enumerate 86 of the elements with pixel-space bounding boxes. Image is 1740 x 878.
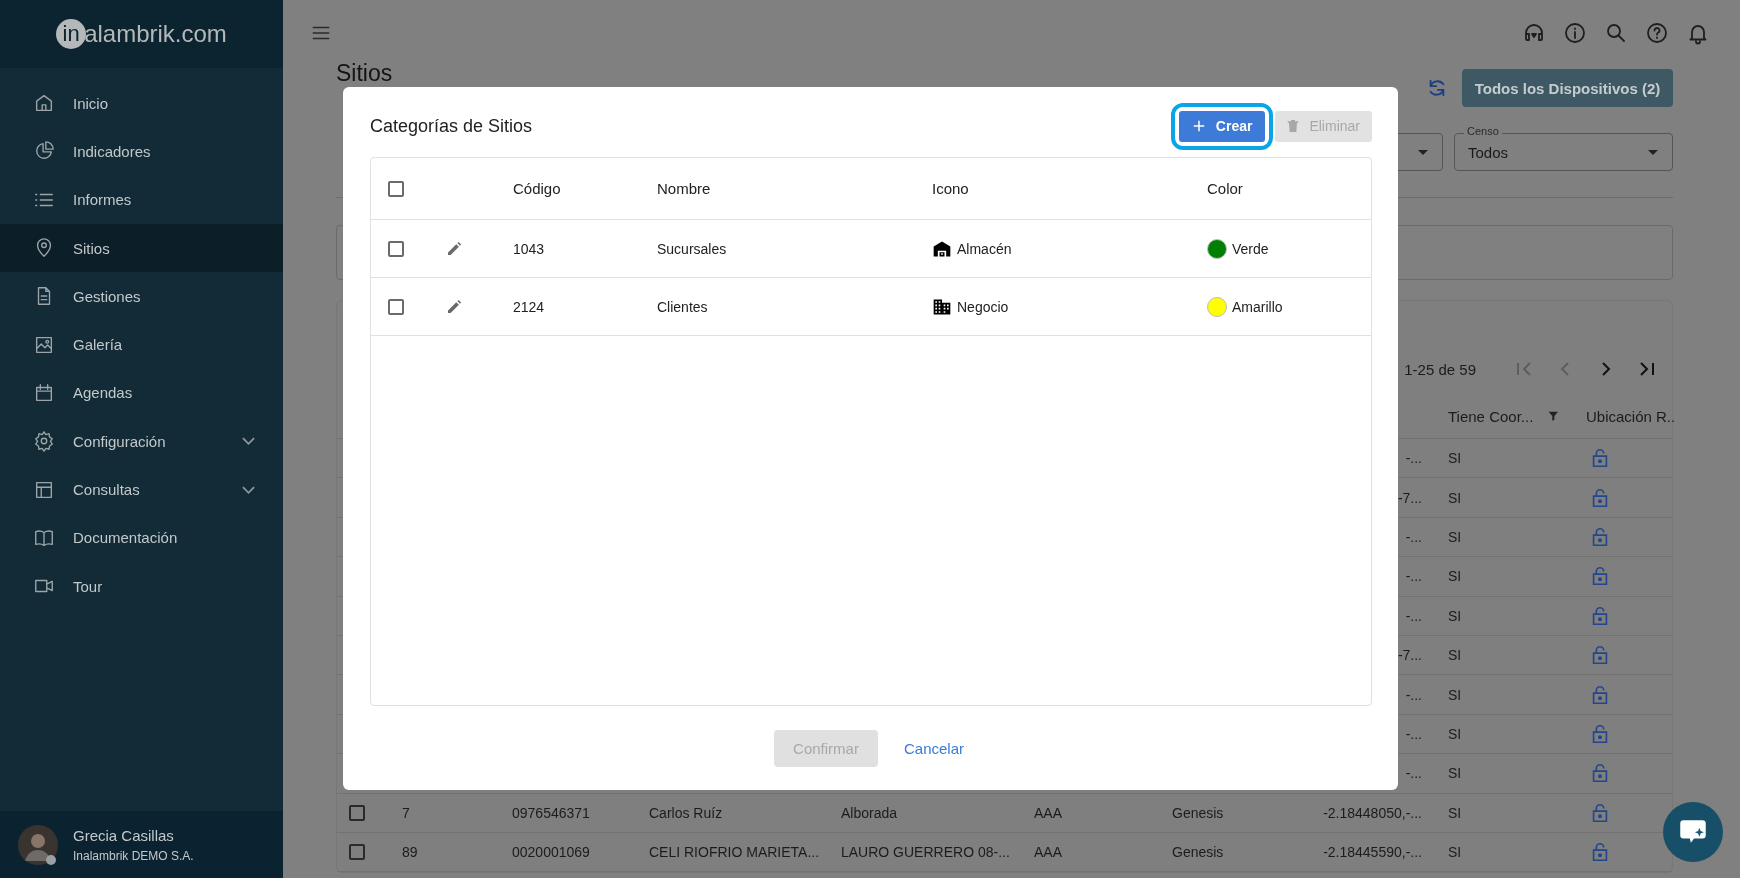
pencil-icon[interactable] — [445, 239, 463, 258]
table-cell: 89 — [402, 844, 418, 861]
logo: in alambrik.com — [0, 0, 283, 68]
table-cell: Verde — [1232, 240, 1269, 257]
table-cell: 0976546371 — [512, 804, 590, 821]
devices-button[interactable]: Todos los Dispositivos (2) — [1462, 69, 1673, 107]
column-header: Código — [513, 180, 561, 197]
column-header: Nombre — [657, 180, 711, 197]
pencil-icon[interactable] — [445, 297, 463, 316]
table-cell: AAA — [1034, 844, 1062, 861]
table-cell: Genesis — [1172, 804, 1224, 821]
table-cell: SI — [1448, 528, 1462, 545]
pagination-range: 1-25 de 59 — [1404, 360, 1476, 378]
table-cell: SI — [1448, 568, 1462, 585]
table-cell: Carlos Ruíz — [649, 804, 723, 821]
column-header: Icono — [932, 180, 969, 197]
help-icon[interactable] — [1645, 21, 1669, 45]
table-cell: Genesis — [1172, 844, 1224, 861]
create-button[interactable]: Crear — [1178, 110, 1266, 142]
gear-icon — [33, 430, 55, 453]
sidebar-item[interactable]: Gestiones — [0, 272, 283, 321]
table-cell: 7 — [402, 804, 410, 821]
sidebar-item[interactable]: Consultas — [0, 465, 283, 514]
sidebar-item[interactable]: Galería — [0, 320, 283, 369]
table-cell: -... — [1405, 725, 1422, 742]
table-cell: 1043 — [513, 240, 545, 257]
row-checkbox[interactable] — [349, 804, 365, 821]
table-cell: -... — [1405, 607, 1422, 624]
sidebar-item[interactable]: Sitios — [0, 223, 283, 273]
column-header[interactable]: Ubicación R.. — [1586, 407, 1676, 425]
table-cell: AAA — [1034, 804, 1062, 821]
table-cell: SI — [1448, 686, 1462, 703]
sidebar-item[interactable]: Indicadores — [0, 127, 283, 176]
table-cell: LAURO GUERRERO 08-... — [841, 844, 1010, 861]
cancel-button[interactable]: Cancelar — [900, 731, 968, 765]
page-title: Sitios — [336, 61, 393, 85]
table-cell: -2.18445590,-... — [1323, 844, 1422, 861]
table-cell: -7... — [1397, 647, 1422, 664]
table-cell: -7... — [1397, 489, 1422, 506]
table-cell: -... — [1405, 686, 1422, 703]
row-checkbox[interactable] — [388, 240, 404, 257]
table-cell: CELI RIOFRIO MARIETA... — [649, 844, 820, 861]
table-cell: SI — [1448, 844, 1462, 861]
dropdown-arrow-icon — [1648, 150, 1658, 155]
table-cell: Negocio — [957, 298, 1009, 315]
user-name: Grecia Casillas — [73, 826, 175, 844]
table-cell: SI — [1448, 450, 1462, 467]
sidebar-item[interactable]: Tour — [0, 561, 283, 611]
row-checkbox[interactable] — [349, 844, 365, 861]
table-cell: -2.18448050,-... — [1323, 804, 1422, 821]
column-header: Color — [1207, 180, 1243, 197]
dropdown-arrow-icon — [1418, 150, 1428, 155]
table-cell: 0020001069 — [512, 844, 590, 861]
sidebar-item[interactable]: Documentación — [0, 513, 283, 562]
column-header[interactable]: Tiene Coor... — [1448, 407, 1534, 425]
chat-button[interactable] — [1663, 802, 1723, 862]
table-cell: SI — [1448, 607, 1462, 624]
table-cell: Amarillo — [1232, 298, 1283, 315]
dialog-title: Categorías de Sitios — [370, 115, 533, 137]
sidebar-item[interactable]: Informes — [0, 175, 283, 224]
table-cell: -... — [1405, 568, 1422, 585]
info-icon[interactable] — [1563, 21, 1587, 45]
table-cell: SI — [1448, 804, 1462, 821]
table-cell: Sucursales — [657, 240, 727, 257]
table-cell: SI — [1448, 647, 1462, 664]
avatar-icon — [18, 824, 58, 865]
table-cell: -... — [1405, 450, 1422, 467]
select-all-checkbox[interactable] — [388, 180, 404, 197]
search-icon[interactable] — [1604, 21, 1628, 45]
sidebar-item[interactable]: Inicio — [0, 79, 283, 128]
table-cell: Alborada — [841, 804, 898, 821]
table-cell: SI — [1448, 725, 1462, 742]
table-cell: SI — [1448, 765, 1462, 782]
table-cell: SI — [1448, 489, 1462, 506]
calendar-icon — [33, 381, 55, 404]
field-label: Censo — [1464, 125, 1502, 137]
company-name: Inalambrik DEMO S.A. — [73, 848, 194, 863]
sidebar-item[interactable]: Agendas — [0, 368, 283, 418]
table-cell: 2124 — [513, 298, 545, 315]
row-checkbox[interactable] — [388, 298, 404, 315]
table-cell: Clientes — [657, 298, 708, 315]
table-cell: Almacén — [957, 240, 1012, 257]
table-cell: -... — [1405, 765, 1422, 782]
select-value: Todos — [1468, 144, 1509, 161]
sidebar-item[interactable]: Configuración — [0, 417, 283, 466]
table-cell: -... — [1405, 528, 1422, 545]
